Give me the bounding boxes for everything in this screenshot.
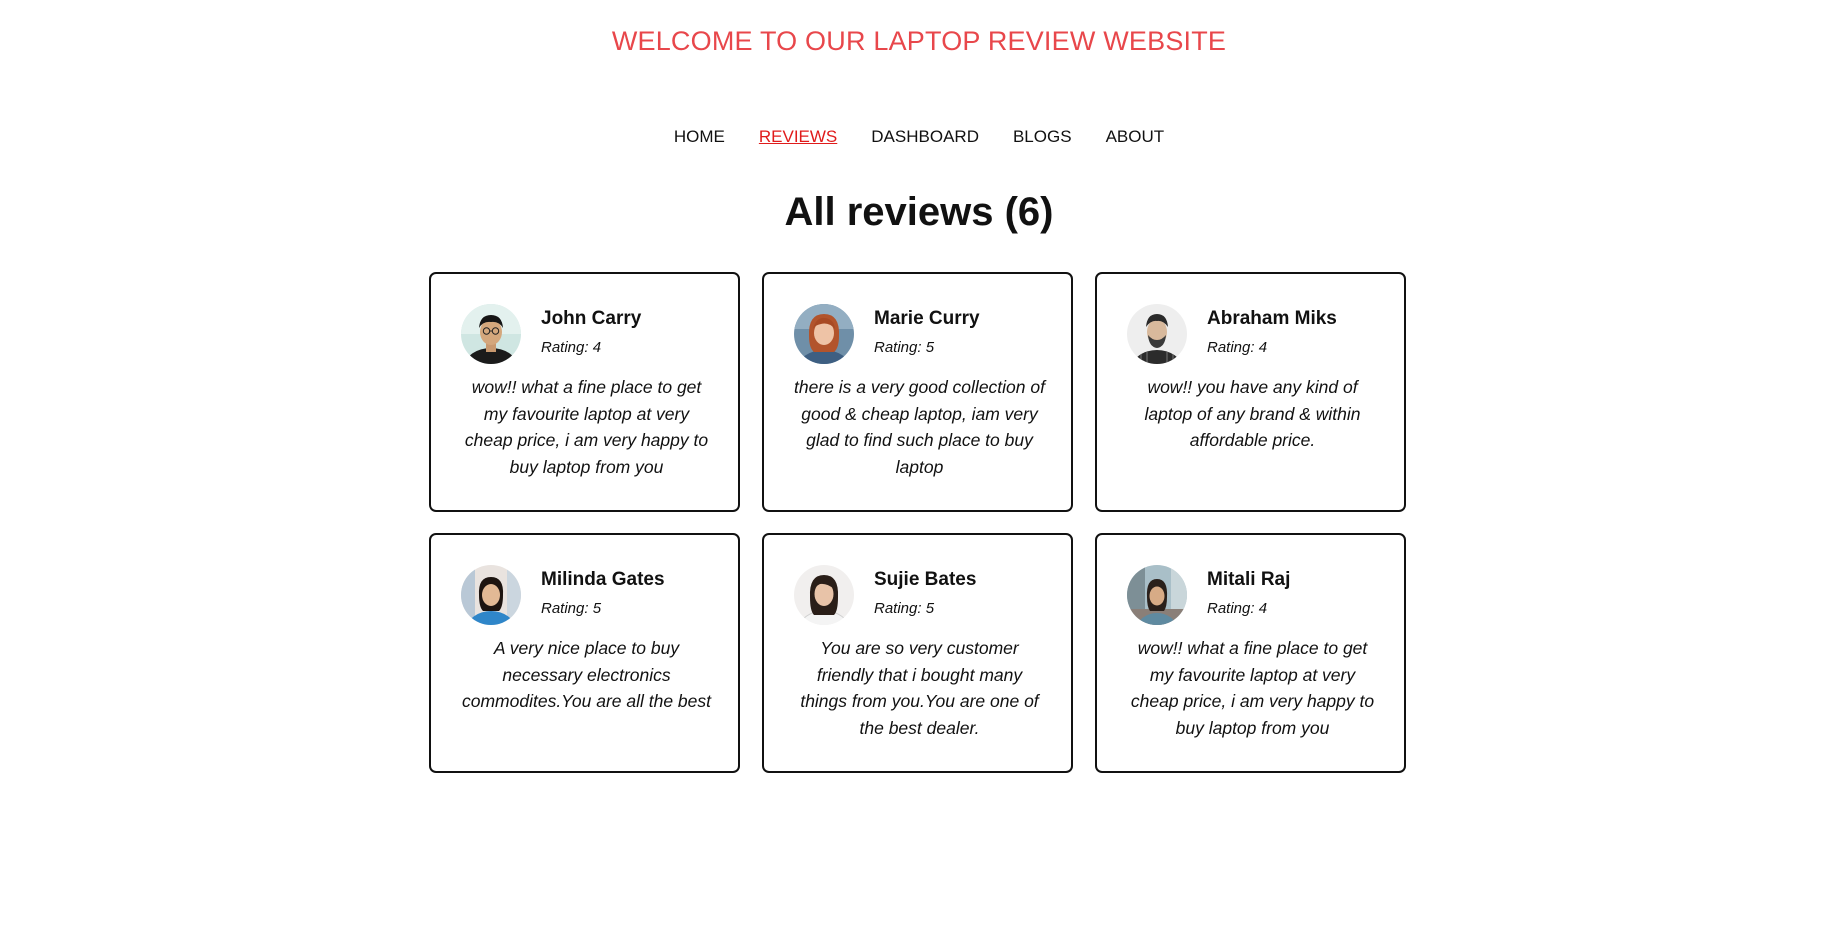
avatar: [461, 304, 521, 364]
review-card: Abraham Miks Rating: 4 wow!! you have an…: [1095, 272, 1406, 512]
review-card: John Carry Rating: 4 wow!! what a fine p…: [429, 272, 740, 512]
avatar: [461, 565, 521, 625]
review-card: Marie Curry Rating: 5 there is a very go…: [762, 272, 1073, 512]
main-nav: HOME REVIEWS DASHBOARD BLOGS ABOUT: [0, 127, 1838, 147]
review-meta: Mitali Raj Rating: 4: [1207, 565, 1290, 617]
avatar: [794, 304, 854, 364]
avatar: [794, 565, 854, 625]
review-text: A very nice place to buy necessary elect…: [461, 638, 712, 711]
review-card-header: Milinda Gates Rating: 5: [461, 565, 712, 625]
review-text: there is a very good collection of good …: [794, 377, 1045, 477]
reviewer-name: Mitali Raj: [1207, 569, 1291, 590]
avatar: [1127, 304, 1187, 364]
reviews-grid: John Carry Rating: 4 wow!! what a fine p…: [429, 272, 1409, 773]
reviewer-name: John Carry: [541, 308, 642, 329]
review-card: Milinda Gates Rating: 5 A very nice plac…: [429, 533, 740, 773]
review-rating: Rating: 5: [541, 600, 602, 617]
review-card: Mitali Raj Rating: 4 wow!! what a fine p…: [1095, 533, 1406, 773]
review-rating: Rating: 5: [874, 339, 935, 356]
review-text: wow!! what a fine place to get my favour…: [464, 377, 709, 477]
review-card-header: Abraham Miks Rating: 4: [1127, 304, 1378, 364]
page: WELCOME TO OUR LAPTOP REVIEW WEBSITE HOM…: [0, 0, 1838, 927]
review-card-header: Mitali Raj Rating: 4: [1127, 565, 1378, 625]
reviewer-name: Abraham Miks: [1207, 308, 1337, 329]
review-card-header: Sujie Bates Rating: 5: [794, 565, 1045, 625]
man-glasses-avatar-icon: [461, 304, 521, 364]
review-text: wow!! you have any kind of laptop of any…: [1144, 377, 1361, 450]
review-meta: Marie Curry Rating: 5: [874, 304, 980, 356]
review-text: wow!! what a fine place to get my favour…: [1130, 638, 1375, 738]
review-card: Sujie Bates Rating: 5 You are so very cu…: [762, 533, 1073, 773]
reviewer-name: Milinda Gates: [541, 569, 665, 590]
review-meta: John Carry Rating: 4: [541, 304, 641, 356]
review-meta: Sujie Bates Rating: 5: [874, 565, 976, 617]
avatar: [1127, 565, 1187, 625]
nav-about[interactable]: ABOUT: [1106, 127, 1165, 147]
nav-home[interactable]: HOME: [674, 127, 725, 147]
review-meta: Milinda Gates Rating: 5: [541, 565, 665, 617]
site-title: WELCOME TO OUR LAPTOP REVIEW WEBSITE: [611, 26, 1227, 56]
nav-reviews[interactable]: REVIEWS: [759, 127, 837, 147]
reviewer-name: Sujie Bates: [874, 569, 977, 590]
review-text: You are so very customer friendly that i…: [800, 638, 1039, 738]
review-card-header: Marie Curry Rating: 5: [794, 304, 1045, 364]
nav-dashboard[interactable]: DASHBOARD: [871, 127, 979, 147]
review-rating: Rating: 4: [1207, 339, 1268, 356]
woman-street-avatar-icon: [1127, 565, 1187, 625]
review-rating: Rating: 4: [1207, 600, 1268, 617]
review-card-header: John Carry Rating: 4: [461, 304, 712, 364]
nav-blogs[interactable]: BLOGS: [1013, 127, 1072, 147]
review-meta: Abraham Miks Rating: 4: [1207, 304, 1337, 356]
review-rating: Rating: 4: [541, 339, 602, 356]
bearded-man-avatar-icon: [1127, 304, 1187, 364]
woman-dark-hair-avatar-icon: [794, 565, 854, 625]
woman-blue-shirt-avatar-icon: [461, 565, 521, 625]
woman-red-hair-avatar-icon: [794, 304, 854, 364]
page-heading: All reviews (6): [784, 190, 1054, 234]
reviewer-name: Marie Curry: [874, 308, 980, 329]
review-rating: Rating: 5: [874, 600, 935, 617]
